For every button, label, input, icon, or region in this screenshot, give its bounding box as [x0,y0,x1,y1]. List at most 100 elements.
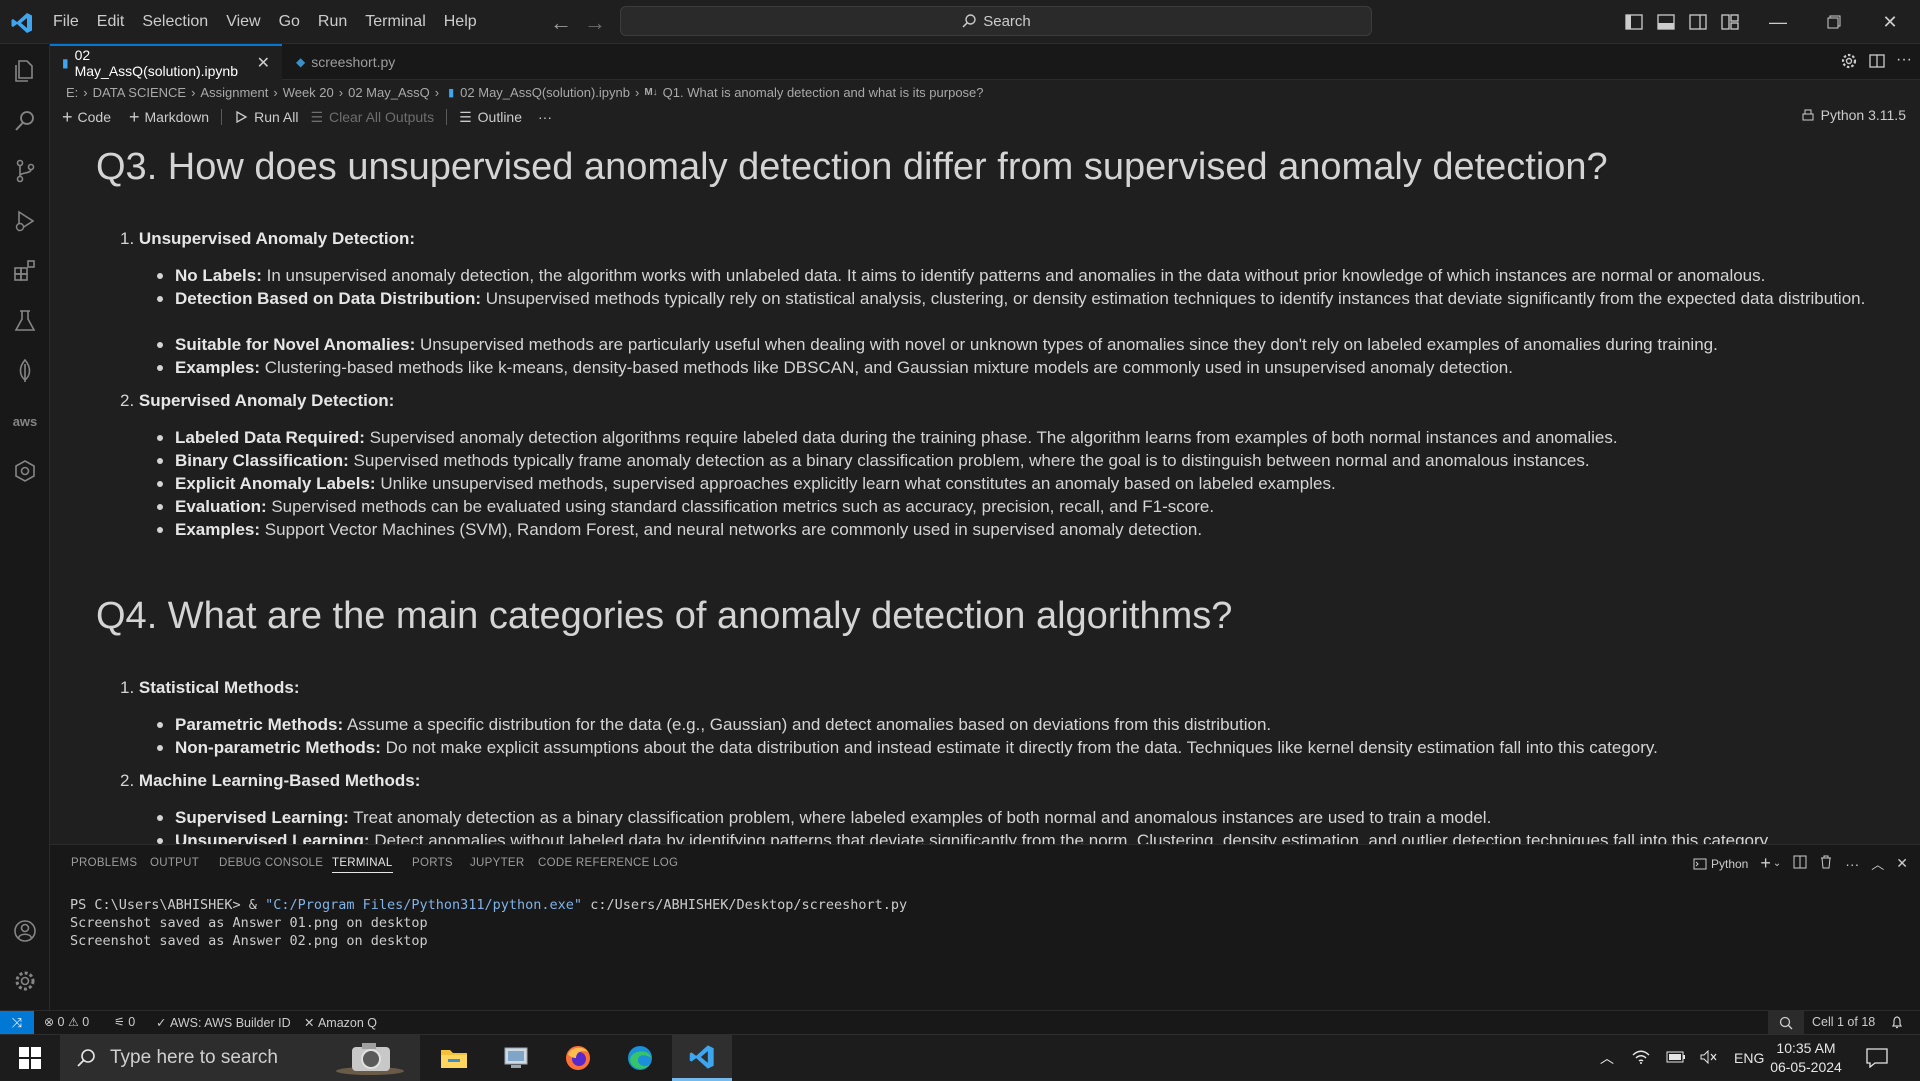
network-icon[interactable] [1632,1049,1650,1068]
menu-view[interactable]: View [217,13,269,31]
more-actions-icon[interactable]: ··· [1896,52,1912,75]
volume-muted-icon[interactable] [1700,1049,1718,1067]
clear-all-outputs-button[interactable]: ☰ Clear All Outputs [310,109,434,126]
file-explorer-icon[interactable] [424,1035,484,1081]
amazon-q-status[interactable]: ✕ Amazon Q [304,1015,377,1031]
toggle-secondary-sidebar-icon[interactable] [1682,10,1714,34]
toggle-panel-icon[interactable] [1650,10,1682,34]
command-center-search[interactable]: Search [620,6,1372,36]
back-arrow-icon[interactable]: ← [550,10,572,36]
taskbar-search-box[interactable]: Type here to search [60,1035,420,1081]
extensions-icon[interactable] [0,248,50,294]
customize-layout-icon[interactable] [1714,10,1746,34]
taskbar-clock[interactable]: 10:35 AM 06-05-2024 [1760,1039,1852,1077]
menu-selection[interactable]: Selection [133,13,217,31]
kill-terminal-trash-icon[interactable] [1819,855,1833,872]
run-and-debug-icon[interactable] [0,198,50,244]
breadcrumb-item[interactable]: 02 May_AssQ(solution).ipynb [460,85,630,100]
more-panel-actions-icon[interactable]: ··· [1845,856,1859,872]
testing-flask-icon[interactable] [0,298,50,344]
term: No Labels: [175,266,262,285]
breadcrumb-item[interactable]: Q1. What is anomaly detection and what i… [663,85,984,100]
aws-icon[interactable]: aws [0,398,50,444]
tab-screeshort[interactable]: ◆ screeshort.py [284,44,407,80]
windows-start-icon[interactable] [0,1035,60,1081]
breadcrumb-item[interactable]: DATA SCIENCE [93,85,186,100]
problems-status[interactable]: ⊗ 0 ⚠ 0 [44,1015,89,1029]
system-tray: ︿ ENG [1600,1035,1764,1081]
new-terminal-plus-icon[interactable]: + [1760,853,1771,874]
forward-arrow-icon[interactable]: → [584,10,606,36]
term: Examples: [175,520,261,539]
breadcrumb-item[interactable]: Assignment [200,85,268,100]
breadcrumb-item[interactable]: Week 20 [283,85,334,100]
add-code-cell-button[interactable]: + Code [62,107,111,128]
panel-tab-debug-console[interactable]: DEBUG CONSOLE [219,857,323,869]
menu-terminal[interactable]: Terminal [356,13,434,31]
remote-indicator-icon[interactable]: ⤨ [0,1011,34,1035]
menu-go[interactable]: Go [270,13,309,31]
source-control-icon[interactable] [0,148,50,194]
tab-label: screeshort.py [311,54,396,70]
zoom-magnifier-icon[interactable] [1768,1011,1804,1035]
panel-tab-output[interactable]: OUTPUT [150,857,199,869]
more-toolbar-actions[interactable]: ··· [538,109,552,125]
firefox-icon[interactable] [548,1035,608,1081]
accounts-icon[interactable] [0,908,50,954]
kernel-icon [1802,109,1814,121]
terminal-command-line[interactable]: PS C:\Users\ABHISHEK> & "C:/Program File… [70,897,907,913]
menu-run[interactable]: Run [309,13,356,31]
explorer-icon[interactable] [0,48,50,94]
menu-edit[interactable]: Edit [88,13,134,31]
list-number: 2. [120,771,135,790]
show-hidden-icons-chevron-up-icon[interactable]: ︿ [1600,1048,1614,1068]
taskbar-search-placeholder: Type here to search [110,1047,278,1068]
outline-button[interactable]: ☰ Outline [459,109,522,126]
vscode-taskbar-icon[interactable] [672,1035,732,1081]
search-sidebar-icon[interactable] [0,98,50,144]
split-editor-icon[interactable] [1868,52,1886,75]
desktop-app-icon[interactable] [486,1035,546,1081]
restore-icon[interactable] [1806,0,1862,44]
minimize-icon[interactable]: — [1750,0,1806,44]
notebook-settings-gear-icon[interactable] [1840,52,1858,75]
aws-status[interactable]: ✓ AWS: AWS Builder ID [156,1015,291,1031]
toggle-primary-sidebar-icon[interactable] [1618,10,1650,34]
maximize-panel-chevron-up-icon[interactable]: ︿ [1871,854,1884,873]
battery-icon[interactable] [1666,1050,1686,1066]
manage-gear-icon[interactable] [0,958,50,1004]
cell-position-status[interactable]: Cell 1 of 18 [1812,1015,1875,1029]
list-item: Detection Based on Data Distribution: Un… [157,287,1875,310]
chevron-down-icon[interactable]: ⌄ [1773,858,1781,869]
split-terminal-icon[interactable] [1793,855,1807,872]
edge-icon[interactable] [610,1035,670,1081]
panel-tab-jupyter[interactable]: JUPYTER [470,857,525,869]
run-all-button[interactable]: Run All [234,109,298,125]
panel-tab-code-reference-log[interactable]: CODE REFERENCE LOG [538,857,678,869]
terminal-output-line: Screenshot saved as Answer 02.png on des… [70,933,428,949]
layout-controls [1618,10,1746,34]
notification-center-icon[interactable] [1866,1035,1888,1081]
description: Support Vector Machines (SVM), Random Fo… [260,520,1203,539]
amazon-q-icon[interactable] [0,448,50,494]
close-window-icon[interactable]: ✕ [1862,0,1918,44]
menu-file[interactable]: File [44,13,88,31]
panel-tab-problems[interactable]: PROBLEMS [71,857,137,869]
ports-status[interactable]: ⚟ 0 [114,1015,135,1029]
panel-tab-terminal[interactable]: TERMINAL [332,857,393,873]
terminal-shell-selector[interactable]: Python [1693,857,1748,871]
breadcrumb-item[interactable]: 02 May_AssQ [348,85,430,100]
panel-tab-ports[interactable]: PORTS [412,857,453,869]
tab-notebook[interactable]: ▮ 02 May_AssQ(solution).ipynb ✕ [50,44,282,80]
breadcrumb-item[interactable]: E: [66,85,78,100]
description: Clustering-based methods like k-means, d… [260,358,1513,377]
close-panel-icon[interactable]: ✕ [1896,855,1908,872]
add-markdown-cell-button[interactable]: + Markdown [129,107,209,128]
menu-help[interactable]: Help [435,13,486,31]
notifications-bell-icon[interactable] [1890,1015,1904,1029]
vscode-logo-icon [11,13,32,33]
close-tab-icon[interactable]: ✕ [257,53,270,73]
description: Supervised methods typically frame anoma… [348,451,1590,470]
kernel-picker[interactable]: Python 3.11.5 [1801,107,1906,123]
mongodb-leaf-icon[interactable] [0,348,50,394]
